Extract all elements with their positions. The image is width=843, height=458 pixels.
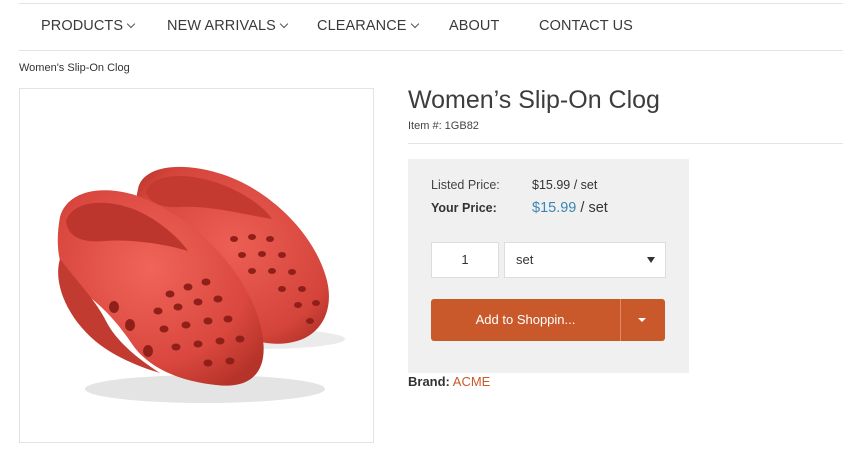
nav-new-arrivals[interactable]: NEW ARRIVALS (167, 4, 289, 50)
main-nav: PRODUCTS NEW ARRIVALS CLEARANCE ABOUT CO… (19, 4, 843, 51)
product-title: Women’s Slip-On Clog (408, 86, 660, 114)
nav-clearance-label: CLEARANCE (317, 18, 407, 34)
listed-price-label: Listed Price: (431, 178, 500, 192)
red-clogs-photo-icon (57, 166, 345, 403)
your-price-label: Your Price: (431, 201, 497, 215)
brand-line: Brand: ACME (408, 374, 490, 389)
nav-products[interactable]: PRODUCTS (41, 4, 136, 50)
add-to-cart-button-group: Add to Shoppin... (431, 299, 665, 341)
listed-price-value: $15.99 / set (532, 178, 598, 192)
brand-link[interactable]: ACME (453, 374, 491, 389)
nav-about-label: ABOUT (449, 18, 500, 34)
nav-contact-us[interactable]: CONTACT US (539, 4, 633, 50)
add-to-cart-options-button[interactable] (621, 299, 665, 341)
dropdown-arrow-icon (647, 257, 655, 263)
nav-clearance[interactable]: CLEARANCE (317, 4, 419, 50)
your-price-amount: $15.99 (532, 200, 577, 216)
item-number: Item #: 1GB82 (408, 120, 479, 132)
chevron-down-icon (279, 19, 289, 29)
quantity-input[interactable]: 1 (431, 242, 499, 278)
caret-down-icon (638, 318, 646, 322)
your-price-unit: / set (576, 200, 608, 216)
price-panel: Listed Price: $15.99 / set Your Price: $… (408, 159, 689, 373)
product-image[interactable] (19, 88, 374, 443)
nav-products-label: PRODUCTS (41, 18, 124, 34)
nav-about[interactable]: ABOUT (449, 4, 499, 50)
add-to-cart-button[interactable]: Add to Shoppin... (431, 299, 620, 341)
nav-new-arrivals-label: NEW ARRIVALS (167, 18, 276, 34)
title-divider (408, 143, 843, 144)
chevron-down-icon (126, 19, 136, 29)
nav-contact-us-label: CONTACT US (539, 18, 633, 34)
unit-select[interactable]: set (504, 242, 666, 278)
chevron-down-icon (410, 19, 419, 29)
breadcrumb: Women's Slip-On Clog (19, 62, 130, 74)
unit-select-value: set (516, 252, 534, 267)
your-price-value: $15.99 / set (532, 200, 608, 216)
brand-label: Brand: (408, 374, 450, 389)
